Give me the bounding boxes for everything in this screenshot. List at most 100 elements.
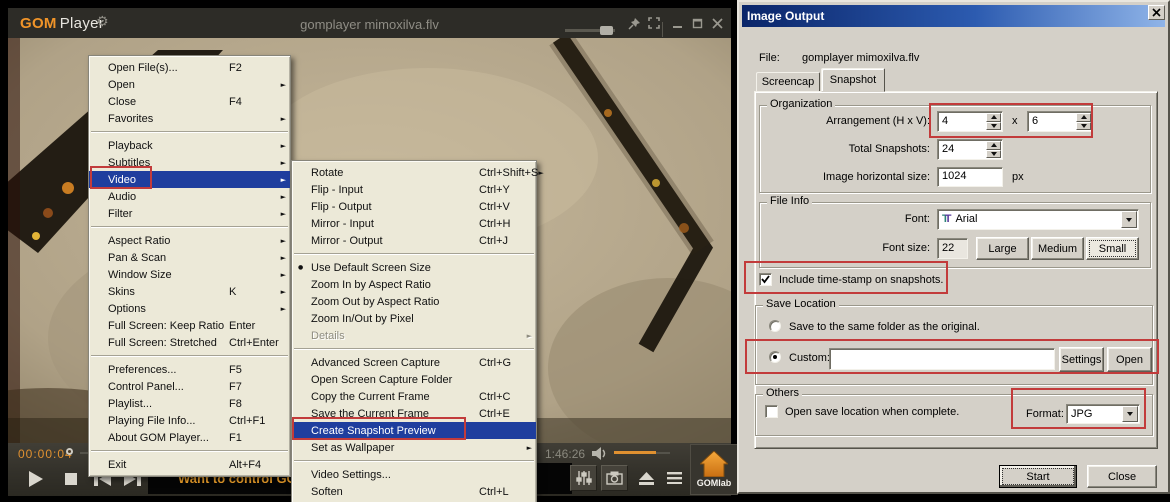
menu-item-open[interactable]: Open ► xyxy=(89,76,290,93)
menu-item-aspect-ratio[interactable]: Aspect Ratio ► xyxy=(89,232,290,249)
spin-up-button[interactable] xyxy=(1076,113,1091,122)
menu-item-pan-scan[interactable]: Pan & Scan ► xyxy=(89,249,290,266)
menu-item-shortcut: Ctrl+J xyxy=(479,234,509,247)
menu-item-about-gom-player[interactable]: About GOM Player... F1 xyxy=(89,429,290,446)
menu-item-label: Close xyxy=(108,95,137,108)
menu-item-close[interactable]: Close F4 xyxy=(89,93,290,110)
play-button[interactable] xyxy=(20,463,50,494)
menu-item-label: Zoom In/Out by Pixel xyxy=(311,312,414,325)
menu-item-soften[interactable]: Soften Ctrl+L xyxy=(292,483,536,500)
custom-label: Custom: xyxy=(789,352,830,364)
gomlab-button[interactable]: GOMlab xyxy=(690,444,738,495)
custom-radio[interactable] xyxy=(769,351,781,363)
menu-item-exit[interactable]: Exit Alt+F4 xyxy=(89,456,290,473)
seek-knob[interactable] xyxy=(66,448,73,455)
menu-item-zoom-in-by-aspect-ratio[interactable]: Zoom In by Aspect Ratio xyxy=(292,276,536,293)
menu-item-video-settings[interactable]: Video Settings... xyxy=(292,466,536,483)
equalizer-button[interactable] xyxy=(570,465,597,491)
font-size-small-button[interactable]: Small xyxy=(1086,237,1139,260)
menu-item-mirror-output[interactable]: Mirror - Output Ctrl+J xyxy=(292,232,536,249)
tab-snapshot[interactable]: Snapshot xyxy=(821,68,885,92)
spin-up-button[interactable] xyxy=(986,113,1001,122)
font-combobox[interactable]: TT Arial xyxy=(937,209,1139,230)
menu-item-playlist[interactable]: Playlist... F8 xyxy=(89,395,290,412)
start-button[interactable]: Start xyxy=(999,465,1077,488)
menu-item-save-the-current-frame[interactable]: Save the Current Frame Ctrl+E xyxy=(292,405,536,422)
font-size-medium-button[interactable]: Medium xyxy=(1031,237,1084,260)
menu-item-zoom-out-by-aspect-ratio[interactable]: Zoom Out by Aspect Ratio xyxy=(292,293,536,310)
spin-down-button[interactable] xyxy=(1076,121,1091,130)
menu-item-use-default-screen-size[interactable]: ● Use Default Screen Size xyxy=(292,259,536,276)
image-output-dialog: Image Output File: gomplayer mimoxilva.f… xyxy=(737,0,1170,494)
opacity-slider-knob[interactable] xyxy=(600,26,613,35)
menu-item-control-panel[interactable]: Control Panel... F7 xyxy=(89,378,290,395)
menu-item-open-screen-capture-folder[interactable]: Open Screen Capture Folder xyxy=(292,371,536,388)
dropdown-arrow-button[interactable] xyxy=(1122,406,1138,422)
close-button[interactable] xyxy=(708,8,726,38)
spin-up-button[interactable] xyxy=(986,141,1001,150)
menu-item-options[interactable]: Options ► xyxy=(89,300,290,317)
menu-item-shortcut: F4 xyxy=(229,95,242,108)
arrangement-h-spinner[interactable]: 4 xyxy=(937,111,1003,132)
menu-item-filter[interactable]: Filter ► xyxy=(89,205,290,222)
menu-separator xyxy=(294,460,534,462)
dropdown-arrow-button[interactable] xyxy=(1121,211,1137,228)
menu-item-video[interactable]: Video ► xyxy=(89,171,290,188)
maximize-button[interactable] xyxy=(688,8,706,38)
menu-item-details[interactable]: Details ► xyxy=(292,327,536,344)
menu-item-playing-file-info[interactable]: Playing File Info... Ctrl+F1 xyxy=(89,412,290,429)
menu-item-mirror-input[interactable]: Mirror - Input Ctrl+H xyxy=(292,215,536,232)
context-menu: Open File(s)... F2 Open ► Close F4 Favorites ► P… xyxy=(88,55,291,477)
open-location-checkbox[interactable] xyxy=(765,405,778,418)
same-folder-radio[interactable] xyxy=(769,320,781,332)
menu-item-shortcut: Ctrl+G xyxy=(479,356,512,369)
eject-button[interactable] xyxy=(634,465,658,491)
menu-item-open-file-s[interactable]: Open File(s)... F2 xyxy=(89,59,290,76)
spin-down-button[interactable] xyxy=(986,149,1001,158)
image-size-input[interactable]: 1024 xyxy=(937,167,1003,187)
menu-item-playback[interactable]: Playback ► xyxy=(89,137,290,154)
menu-item-zoom-in-out-by-pixel[interactable]: Zoom In/Out by Pixel xyxy=(292,310,536,327)
close-dialog-button[interactable]: Close xyxy=(1087,465,1157,488)
stop-button[interactable] xyxy=(58,463,84,494)
menu-item-create-snapshot-preview[interactable]: Create Snapshot Preview xyxy=(292,422,536,439)
minimize-button[interactable] xyxy=(668,8,686,38)
menu-item-skins[interactable]: Skins K ► xyxy=(89,283,290,300)
menu-item-flip-output[interactable]: Flip - Output Ctrl+V xyxy=(292,198,536,215)
total-snapshots-spinner[interactable]: 24 xyxy=(937,139,1003,160)
snapshot-button[interactable] xyxy=(601,465,628,491)
timestamp-checkbox[interactable] xyxy=(759,273,772,286)
menu-item-advanced-screen-capture[interactable]: Advanced Screen Capture Ctrl+G xyxy=(292,354,536,371)
menu-item-flip-input[interactable]: Flip - Input Ctrl+Y xyxy=(292,181,536,198)
speaker-icon[interactable] xyxy=(591,445,609,461)
fullscreen-icon[interactable] xyxy=(645,8,663,38)
arrangement-v-spinner[interactable]: 6 xyxy=(1027,111,1093,132)
volume-level[interactable] xyxy=(614,451,656,454)
menu-item-label: Skins xyxy=(108,285,135,298)
font-size-input[interactable]: 22 xyxy=(937,238,968,259)
menu-item-full-screen-stretched[interactable]: Full Screen: Stretched Ctrl+Enter xyxy=(89,334,290,351)
menu-item-label: Copy the Current Frame xyxy=(311,390,430,403)
settings-button[interactable]: Settings xyxy=(1059,347,1104,372)
menu-item-copy-the-current-frame[interactable]: Copy the Current Frame Ctrl+C xyxy=(292,388,536,405)
open-button[interactable]: Open xyxy=(1107,347,1152,372)
dialog-close-button[interactable] xyxy=(1148,5,1165,20)
menu-item-window-size[interactable]: Window Size ► xyxy=(89,266,290,283)
menu-button[interactable] xyxy=(662,465,686,491)
spin-down-button[interactable] xyxy=(986,121,1001,130)
menu-item-audio[interactable]: Audio ► xyxy=(89,188,290,205)
font-label: Font: xyxy=(904,213,930,225)
font-size-large-button[interactable]: Large xyxy=(976,237,1029,260)
video-submenu: Rotate Ctrl+Shift+S ► Flip - Input Ctrl+Y Fli… xyxy=(291,160,544,502)
format-combobox[interactable]: JPG xyxy=(1066,404,1140,424)
menu-item-rotate[interactable]: Rotate Ctrl+Shift+S ► xyxy=(292,164,544,181)
menu-item-full-screen-keep-ratio[interactable]: Full Screen: Keep Ratio Enter xyxy=(89,317,290,334)
pin-icon[interactable] xyxy=(625,8,643,38)
menu-item-subtitles[interactable]: Subtitles ► xyxy=(89,154,290,171)
menu-item-preferences[interactable]: Preferences... F5 xyxy=(89,361,290,378)
custom-path-input[interactable] xyxy=(829,348,1055,370)
tab-screencap[interactable]: Screencap xyxy=(756,72,820,92)
menu-item-label: Subtitles xyxy=(108,156,151,169)
menu-item-set-as-wallpaper[interactable]: Set as Wallpaper ► xyxy=(292,439,536,456)
menu-item-favorites[interactable]: Favorites ► xyxy=(89,110,290,127)
